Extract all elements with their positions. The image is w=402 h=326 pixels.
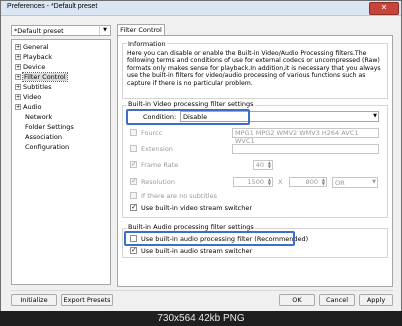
resolution-label: Resolution [141, 178, 175, 186]
tree-item-filter-control[interactable]: + Filter Control [15, 72, 68, 82]
audio-filter-title: Built-in Audio processing filter setting… [127, 223, 255, 231]
tree-item-label: Folder Settings [25, 123, 74, 131]
frame-rate-checkbox[interactable] [130, 159, 137, 169]
extension-field[interactable] [232, 144, 379, 154]
condition-highlight [126, 109, 250, 125]
tree-item-configuration[interactable]: Configuration [25, 142, 69, 152]
tree-item-video[interactable]: + Video [15, 92, 41, 102]
spinner-arrows-icon[interactable]: ▲ ▼ [322, 178, 325, 186]
tree-item-label: Association [25, 133, 63, 141]
tree-item-network[interactable]: Network [25, 112, 52, 122]
audio-stream-switcher-checkbox[interactable] [130, 245, 137, 255]
close-button[interactable]: ✕ [369, 2, 399, 15]
tree-item-label: General [23, 43, 49, 51]
tree-item-label: Configuration [25, 143, 70, 151]
video-filter-title: Built-in Video processing filter setting… [127, 100, 255, 108]
preset-dropdown[interactable]: *Default preset ▼ [11, 25, 111, 36]
video-stream-switcher-row[interactable]: Use built-in video stream switcher [130, 202, 253, 213]
chevron-down-icon: ▼ [99, 26, 110, 35]
tree-item-device[interactable]: + Device [15, 62, 45, 72]
tree-item-label: Video [23, 93, 42, 101]
initialize-button[interactable]: Initialize [11, 294, 57, 306]
spinner-arrows-icon[interactable]: ▲ ▼ [268, 161, 271, 169]
chevron-down-icon: ▼ [372, 179, 376, 185]
no-subtitles-checkbox-row[interactable]: If there are no subtitles [130, 191, 217, 201]
spinner-arrows-icon[interactable]: ▲ ▼ [268, 178, 271, 186]
tree-item-label: Filter Control [22, 72, 68, 82]
audio-stream-switcher-row[interactable]: Use built-in audio stream switcher [130, 245, 253, 256]
fourcc-field[interactable]: MPG1 MPG2 WMV2 WMV3 H264 AVC1 WVC1 [232, 128, 379, 145]
cancel-button[interactable]: Cancel [319, 294, 355, 306]
frame-rate-label: Frame Rate [141, 161, 179, 169]
tree-item-folder-settings[interactable]: Folder Settings [25, 122, 74, 132]
frame-rate-value: 40 [255, 161, 264, 169]
resolution-width-value: 1500 [247, 178, 264, 186]
information-text: Here you can disable or enable the Built… [127, 50, 381, 87]
video-stream-switcher-label: Use built-in video stream switcher [141, 204, 253, 212]
chevron-down-icon: ▼ [373, 113, 377, 119]
no-subtitles-checkbox[interactable] [130, 192, 137, 199]
audio-processing-highlight [124, 231, 295, 246]
tree-item-subtitles[interactable]: + Subtitles [15, 82, 51, 92]
expand-icon[interactable]: + [15, 94, 21, 100]
resolution-width-spinner[interactable]: 1500 ▲ ▼ [233, 177, 273, 187]
extension-checkbox[interactable] [130, 145, 137, 152]
resolution-operator-value: OR [335, 179, 345, 187]
information-title: Information [127, 40, 167, 48]
no-subtitles-label: If there are no subtitles [141, 192, 218, 200]
resolution-height-spinner[interactable]: 800 ▲ ▼ [289, 177, 327, 187]
tree-item-label: Network [25, 113, 53, 121]
tree-item-label: Subtitles [23, 83, 52, 91]
preferences-window: Preferences - *Default preset ✕ *Default… [0, 0, 402, 326]
fourcc-checkbox[interactable] [130, 129, 137, 136]
window-title: Preferences - *Default preset [7, 3, 98, 10]
expand-icon[interactable]: + [15, 54, 21, 60]
video-stream-switcher-checkbox[interactable] [130, 202, 137, 212]
audio-stream-switcher-label: Use built-in audio stream switcher [141, 247, 253, 255]
tree-item-general[interactable]: + General [15, 42, 49, 52]
extension-checkbox-row[interactable]: Extension [130, 144, 173, 154]
title-bar: Preferences - *Default preset ✕ [1, 1, 401, 16]
ok-button[interactable]: OK [279, 294, 315, 306]
apply-button[interactable]: Apply [359, 294, 393, 306]
fourcc-checkbox-row[interactable]: Fourcc [130, 128, 162, 138]
settings-tree: + General + Playback + Device + Filter Contr… [11, 39, 111, 285]
frame-rate-spinner[interactable]: 40 ▲ ▼ [253, 160, 273, 170]
tree-item-label: Audio [23, 103, 42, 111]
expand-icon[interactable]: + [15, 44, 21, 50]
resolution-checkbox-row[interactable]: Resolution [130, 176, 175, 187]
preset-value: *Default preset [14, 27, 64, 35]
footer-divider [11, 290, 393, 291]
tree-item-label: Device [23, 63, 46, 71]
tree-item-association[interactable]: Association [25, 132, 62, 142]
expand-icon[interactable]: + [15, 74, 21, 80]
tree-item-label: Playback [23, 53, 53, 61]
expand-icon[interactable]: + [15, 64, 21, 70]
resolution-checkbox[interactable] [130, 176, 137, 186]
resolution-operator-dropdown[interactable]: OR ▼ [332, 177, 378, 188]
image-caption: 730x564 42kb PNG [0, 311, 402, 326]
tree-item-audio[interactable]: + Audio [15, 102, 41, 112]
expand-icon[interactable]: + [15, 104, 21, 110]
fourcc-label: Fourcc [141, 129, 163, 137]
tree-item-playback[interactable]: + Playback [15, 52, 52, 62]
export-presets-button[interactable]: Export Presets [61, 294, 113, 306]
resolution-height-value: 800 [305, 178, 318, 186]
extension-label: Extension [141, 145, 173, 153]
expand-icon[interactable]: + [15, 84, 21, 90]
resolution-separator: X [278, 178, 283, 186]
frame-rate-checkbox-row[interactable]: Frame Rate [130, 159, 179, 170]
